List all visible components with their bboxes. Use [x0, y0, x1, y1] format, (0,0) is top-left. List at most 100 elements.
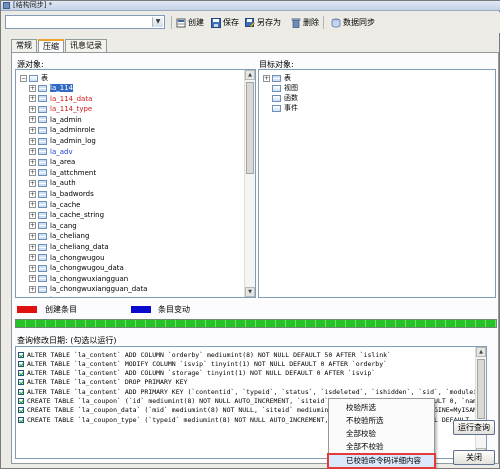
- source-scrollbar[interactable]: ▲ ▼: [244, 70, 255, 297]
- expand-icon[interactable]: +: [29, 275, 36, 283]
- function-folder-icon: [272, 94, 281, 102]
- expand-icon[interactable]: +: [29, 243, 36, 251]
- source-table-item[interactable]: + la_chongwugou: [29, 253, 105, 263]
- expand-icon[interactable]: +: [29, 190, 36, 198]
- source-table-item[interactable]: + la_...: [29, 295, 66, 297]
- expand-icon[interactable]: +: [29, 254, 36, 262]
- source-table-item[interactable]: + la_114_type: [29, 104, 92, 114]
- target-item-views[interactable]: 视图: [272, 83, 298, 93]
- source-table-item[interactable]: + la_cang: [29, 221, 77, 231]
- sql-command-row[interactable]: ALTER TABLE `la_content` MODIFY COLUMN `…: [18, 359, 387, 368]
- table-icon: [38, 254, 47, 262]
- scroll-thumb[interactable]: [246, 82, 254, 174]
- scroll-down-icon[interactable]: ▼: [245, 287, 255, 297]
- chevron-down-icon[interactable]: ▼: [152, 17, 163, 27]
- target-object-tree[interactable]: + 表 视图 函数 事件: [258, 69, 496, 298]
- menu-item-checked-command-details[interactable]: 已校验命令码详细内容: [327, 453, 436, 469]
- sql-command-row[interactable]: ALTER TABLE `la_content` ADD PRIMARY KEY…: [18, 387, 486, 396]
- create-legend-label: 创建条目: [45, 305, 77, 314]
- source-table-item[interactable]: + la_chongwugou_data: [29, 263, 124, 273]
- checkbox-checked-icon[interactable]: [18, 388, 24, 395]
- checkbox-checked-icon[interactable]: [18, 360, 24, 367]
- sql-command-row[interactable]: ALTER TABLE `la_content` ADD COLUMN `sto…: [18, 369, 375, 378]
- scroll-up-icon[interactable]: ▲: [245, 70, 255, 80]
- expand-icon[interactable]: +: [29, 105, 36, 113]
- source-table-item[interactable]: + la_chongwuxiangguan_data: [29, 284, 147, 294]
- source-table-item[interactable]: + la_area: [29, 157, 75, 167]
- expand-icon[interactable]: +: [29, 126, 36, 134]
- expand-icon[interactable]: +: [29, 158, 36, 166]
- create-icon: [176, 18, 186, 27]
- menu-item-uncheck-selected[interactable]: 不校验所选: [329, 415, 434, 427]
- source-table-item[interactable]: + la_badwords: [29, 189, 94, 199]
- view-folder-icon: [272, 84, 281, 92]
- tab-compress[interactable]: 压缩: [38, 39, 64, 53]
- source-table-item[interactable]: + la_admin: [29, 115, 82, 125]
- profile-combo[interactable]: ▼: [5, 15, 165, 29]
- save-as-button[interactable]: 另存为: [245, 16, 281, 29]
- menu-item-uncheck-all[interactable]: 全部不校验: [329, 441, 434, 453]
- expand-icon[interactable]: +: [263, 74, 270, 82]
- tree-root-tables[interactable]: − 表: [20, 73, 48, 83]
- expand-icon[interactable]: +: [29, 211, 36, 219]
- checkbox-checked-icon[interactable]: [18, 407, 24, 414]
- delete-button[interactable]: 删除: [291, 16, 319, 29]
- checkbox-checked-icon[interactable]: [18, 379, 24, 386]
- source-table-item[interactable]: + la_admin_log: [29, 136, 96, 146]
- source-table-item[interactable]: + la_auth: [29, 178, 76, 188]
- sql-scrollbar[interactable]: ▲ ▼: [475, 347, 486, 458]
- menu-item-check-all[interactable]: 全部校验: [329, 428, 434, 440]
- menu-item-check-selected[interactable]: 校验所选: [329, 402, 434, 414]
- collapse-icon[interactable]: −: [20, 74, 27, 82]
- expand-icon[interactable]: +: [29, 116, 36, 124]
- sql-command-row[interactable]: ALTER TABLE `la_content` ADD COLUMN `ord…: [18, 350, 391, 359]
- source-table-item[interactable]: + la_cheliang_data: [29, 242, 109, 252]
- source-table-item[interactable]: + la_attchment: [29, 168, 96, 178]
- source-table-item[interactable]: + la_cheliang: [29, 231, 89, 241]
- expand-icon[interactable]: +: [29, 84, 36, 92]
- source-table-name: la_adminrole: [50, 126, 95, 135]
- checkbox-checked-icon[interactable]: [18, 398, 24, 404]
- checkbox-checked-icon[interactable]: [18, 416, 24, 423]
- source-object-tree[interactable]: − 表 + la_114 + la_114_data + la_114_type + la_a…: [15, 69, 256, 298]
- source-table-item[interactable]: + la_114_data: [29, 94, 92, 104]
- expand-icon[interactable]: +: [29, 179, 36, 187]
- source-table-item[interactable]: + la_chongwuxiangguan: [29, 274, 128, 284]
- expand-icon[interactable]: +: [29, 222, 36, 230]
- expand-icon[interactable]: +: [29, 264, 36, 272]
- table-icon: [38, 201, 47, 209]
- source-table-item[interactable]: + la_adv: [29, 147, 73, 157]
- source-table-item[interactable]: + la_cache: [29, 200, 80, 210]
- data-sync-button[interactable]: 数据同步: [331, 16, 375, 29]
- expand-icon[interactable]: +: [29, 285, 36, 293]
- expand-icon[interactable]: +: [29, 95, 36, 103]
- source-table-item[interactable]: + la_cache_string: [29, 210, 104, 220]
- expand-icon[interactable]: +: [29, 169, 36, 177]
- save-icon: [211, 17, 221, 28]
- scroll-thumb[interactable]: [477, 359, 485, 419]
- target-item-tables[interactable]: + 表: [263, 73, 291, 83]
- scroll-up-icon[interactable]: ▲: [476, 347, 486, 357]
- source-table-name: la_auth: [50, 179, 76, 188]
- source-table-item[interactable]: + la_adminrole: [29, 125, 95, 135]
- expand-icon[interactable]: +: [29, 296, 36, 297]
- checkbox-checked-icon[interactable]: [18, 351, 24, 358]
- target-item-functions[interactable]: 函数: [272, 93, 298, 103]
- close-button[interactable]: 关闭: [453, 450, 495, 465]
- create-button[interactable]: 创建: [176, 16, 204, 29]
- expand-icon[interactable]: +: [29, 232, 36, 240]
- table-icon: [38, 169, 47, 177]
- source-table-item[interactable]: + la_114: [29, 83, 74, 93]
- table-icon: [38, 232, 47, 240]
- source-table-name: la_...: [50, 296, 66, 297]
- tab-general[interactable]: 常规: [11, 39, 37, 52]
- tab-message-log[interactable]: 讯息记录: [65, 39, 107, 52]
- expand-icon[interactable]: +: [29, 137, 36, 145]
- target-item-events[interactable]: 事件: [272, 103, 298, 113]
- sql-command-row[interactable]: ALTER TABLE `la_content` DROP PRIMARY KE…: [18, 378, 187, 387]
- checkbox-checked-icon[interactable]: [18, 370, 24, 377]
- expand-icon[interactable]: +: [29, 201, 36, 209]
- run-query-button[interactable]: 运行查询: [453, 420, 495, 435]
- expand-icon[interactable]: +: [29, 148, 36, 156]
- save-button[interactable]: 保存: [211, 16, 239, 29]
